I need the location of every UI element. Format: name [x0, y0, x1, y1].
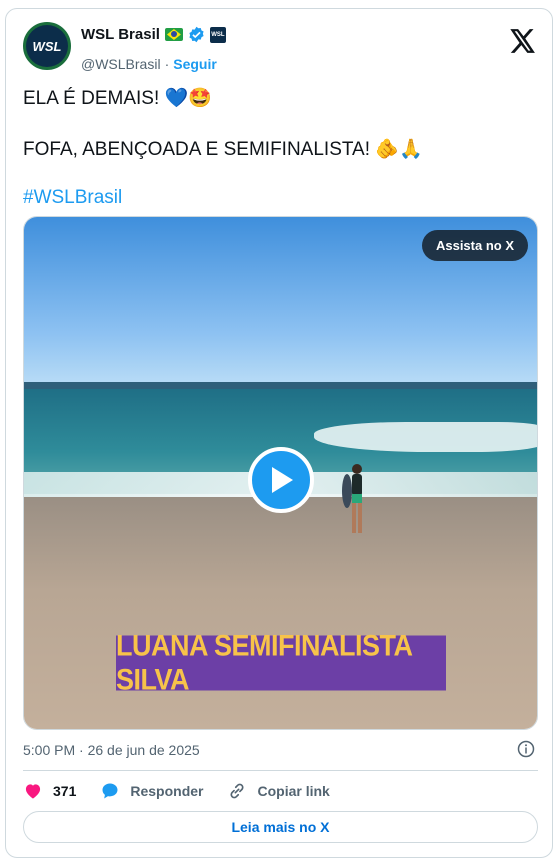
- affiliate-badge-icon: WSL: [209, 26, 226, 43]
- handle[interactable]: @WSLBrasil: [81, 56, 161, 72]
- info-icon[interactable]: [517, 740, 535, 758]
- timestamp[interactable]: 5:00 PM · 26 de jun de 2025: [23, 742, 200, 758]
- avatar[interactable]: WSL: [23, 22, 71, 70]
- separator: ·: [164, 56, 170, 72]
- verified-badge-icon: [189, 26, 204, 43]
- copy-link-label: Copiar link: [257, 783, 330, 799]
- author-name-row: WSL Brasil WSL: [81, 26, 226, 43]
- wave-foam: [314, 422, 537, 452]
- display-name[interactable]: WSL Brasil: [81, 26, 160, 43]
- play-button[interactable]: [248, 447, 314, 513]
- reply-label: Responder: [130, 783, 204, 799]
- brazil-flag-icon: [164, 28, 183, 41]
- follow-button[interactable]: Seguir: [173, 56, 217, 72]
- copy-link-button[interactable]: Copiar link: [227, 781, 330, 801]
- wsl-logo: WSL: [26, 25, 68, 67]
- link-icon: [230, 783, 244, 799]
- video-player[interactable]: Assista no X LUANA SEMIFINALISTA SILVA: [23, 216, 538, 730]
- surfer-figure: [342, 464, 362, 533]
- reply-bubble-icon: [102, 783, 118, 799]
- read-more-button[interactable]: Leia mais no X: [23, 811, 538, 843]
- watch-on-x-button[interactable]: Assista no X: [421, 230, 528, 261]
- heart-icon: [25, 784, 41, 799]
- video-caption: LUANA SEMIFINALISTA SILVA: [116, 629, 446, 696]
- tweet-card: WSL WSL Brasil WSL @WSLBrasil · Seguir E…: [5, 8, 553, 858]
- action-bar: 371 Responder Copiar link: [23, 781, 354, 801]
- like-count: 371: [53, 783, 77, 799]
- tweet-line-1: ELA É DEMAIS! 💙🤩: [23, 88, 212, 109]
- hashtag-link[interactable]: #WSLBrasil: [23, 186, 122, 210]
- divider: [23, 770, 538, 771]
- play-icon: [272, 467, 293, 493]
- reply-button[interactable]: Responder: [100, 781, 203, 801]
- x-logo-icon[interactable]: [510, 29, 536, 53]
- like-button[interactable]: 371: [23, 781, 76, 801]
- tweet-line-2: FOFA, ABENÇOADA E SEMIFINALISTA! 🫵🙏: [23, 139, 423, 160]
- handle-row: @WSLBrasil · Seguir: [81, 56, 217, 72]
